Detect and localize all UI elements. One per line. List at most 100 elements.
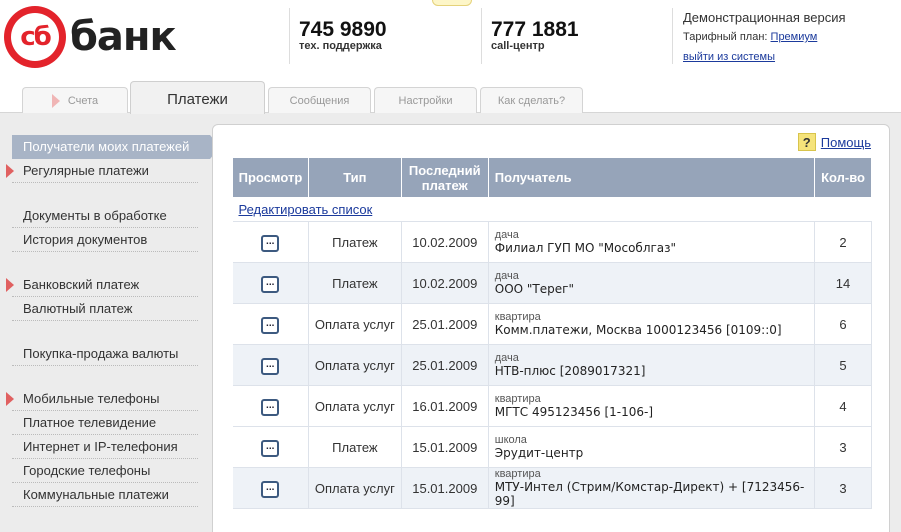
main-panel: ? Помощь Просмотр Тип Последний платеж П…	[212, 124, 890, 532]
edit-list-link[interactable]: Редактировать список	[239, 202, 373, 217]
tariff-plan-label: Тарифный план:	[683, 31, 768, 43]
support-phone-number: 745 9890	[299, 18, 387, 41]
sidebar-item-label: Валютный платеж	[23, 301, 133, 316]
view-details-button[interactable]: ...	[261, 235, 280, 252]
table-row[interactable]: ... Оплата услуг 25.01.2009 квартира Комм…	[232, 303, 872, 345]
sidebar-item-landline[interactable]: Городские телефоны	[12, 459, 198, 483]
account-info: Демонстрационная версия Тарифный план: П…	[683, 10, 846, 63]
date-cell: 15.01.2009	[401, 426, 489, 468]
sidebar-item-regular-payments[interactable]: Регулярные платежи	[6, 159, 198, 183]
recipient-cell: школа Эрудит-центр	[488, 426, 816, 468]
sidebar-item-my-recipients[interactable]: Получатели моих платежей	[12, 135, 220, 159]
sidebar-item-label: Документы в обработке	[23, 208, 167, 223]
recipients-table: Просмотр Тип Последний платеж Получатель…	[232, 157, 872, 509]
table-row[interactable]: ... Платеж 15.01.2009 школа Эрудит-центр …	[232, 426, 872, 468]
recipient-cell: дача ООО "Терег"	[488, 262, 816, 304]
recipient-cell: квартира МТУ-Интел (Стрим/Комстар-Директ)…	[488, 467, 816, 509]
sidebar-item-label: Получатели моих платежей	[23, 139, 190, 154]
sidebar-item-label: Регулярные платежи	[23, 163, 149, 178]
sidebar-item-currency-exchange[interactable]: Покупка-продажа валюты	[12, 342, 198, 366]
edit-list-cell: Редактировать список	[232, 197, 872, 222]
view-details-button[interactable]: ...	[261, 481, 280, 498]
date-cell: 25.01.2009	[401, 303, 489, 345]
type-cell: Оплата услуг	[308, 385, 402, 427]
tab-how-to[interactable]: Как сделать?	[480, 87, 583, 113]
type-cell: Оплата услуг	[308, 303, 402, 345]
sidebar: Получатели моих платежей Регулярные плат…	[6, 135, 220, 507]
sidebar-item-internet[interactable]: Интернет и IP-телефония	[12, 435, 198, 459]
type-cell: Оплата услуг	[308, 467, 402, 509]
tab-messages[interactable]: Сообщения	[268, 87, 371, 113]
help-block[interactable]: ? Помощь	[797, 133, 871, 151]
tariff-plan-link[interactable]: Премиум	[771, 31, 818, 43]
count-cell: 14	[814, 262, 872, 304]
table-row[interactable]: ... Оплата услуг 25.01.2009 дача НТВ-плюс…	[232, 344, 872, 386]
recipient-cell: квартира МГТС 495123456 [1-106-]	[488, 385, 816, 427]
tab-payments[interactable]: Платежи	[130, 81, 265, 114]
tab-arrow-icon	[51, 94, 60, 109]
top-pull-tab[interactable]	[432, 0, 472, 6]
table-row[interactable]: ... Оплата услуг 16.01.2009 квартира МГТС…	[232, 385, 872, 427]
view-details-button[interactable]: ...	[261, 276, 280, 293]
count-cell: 5	[814, 344, 872, 386]
header-divider	[289, 8, 290, 64]
table-row[interactable]: ... Платеж 10.02.2009 дача ООО "Терег" 14	[232, 262, 872, 304]
recipient-category: дача	[494, 270, 519, 282]
arrow-marker-icon	[6, 164, 14, 178]
sidebar-item-label: Банковский платеж	[23, 277, 140, 292]
callcenter-phone-number: 777 1881	[491, 18, 579, 41]
recipient-category: школа	[494, 434, 527, 446]
tab-label: Сообщения	[289, 95, 350, 107]
view-cell: ...	[232, 344, 309, 386]
sidebar-item-docs-history[interactable]: История документов	[12, 228, 198, 252]
sidebar-item-currency-payment[interactable]: Валютный платеж	[12, 297, 198, 321]
tab-settings[interactable]: Настройки	[374, 87, 477, 113]
view-details-button[interactable]: ...	[261, 399, 280, 416]
arrow-marker-icon	[6, 392, 14, 406]
recipient-category: квартира	[494, 311, 541, 323]
sidebar-item-bank-payment[interactable]: Банковский платеж	[6, 273, 198, 297]
logo-word: банк	[70, 14, 177, 60]
recipient-name: НТВ-плюс [2089017321]	[494, 364, 646, 378]
help-link[interactable]: Помощь	[821, 135, 871, 150]
tab-label: Платежи	[167, 91, 228, 108]
recipient-category: дача	[494, 352, 519, 364]
table-row[interactable]: ... Оплата услуг 15.01.2009 квартира МТУ-…	[232, 467, 872, 509]
edit-list-row: Редактировать список	[232, 197, 872, 222]
help-icon: ?	[797, 133, 816, 151]
view-cell: ...	[232, 467, 309, 509]
sidebar-item-label: Интернет и IP-телефония	[23, 439, 178, 454]
sidebar-item-label: Городские телефоны	[23, 463, 151, 478]
count-cell: 3	[814, 426, 872, 468]
sidebar-item-pay-tv[interactable]: Платное телевидение	[12, 411, 198, 435]
sidebar-item-utilities[interactable]: Коммунальные платежи	[12, 483, 198, 507]
sidebar-item-docs-processing[interactable]: Документы в обработке	[12, 204, 198, 228]
column-header-last-payment[interactable]: Последний платеж	[400, 157, 489, 198]
table-row[interactable]: ... Платеж 10.02.2009 дача Филиал ГУП МО …	[232, 221, 872, 263]
arrow-marker-icon	[6, 278, 14, 292]
column-header-type[interactable]: Тип	[307, 157, 402, 198]
recipient-cell: квартира Комм.платежи, Москва 1000123456 …	[488, 303, 816, 345]
column-header-count[interactable]: Кол-во	[814, 157, 872, 198]
bank-logo[interactable]: сб банк	[4, 6, 177, 68]
date-cell: 25.01.2009	[401, 344, 489, 386]
recipient-name: МГТС 495123456 [1-106-]	[494, 405, 654, 419]
header-divider	[481, 8, 482, 64]
logo-mark-icon: сб	[4, 6, 66, 68]
view-details-button[interactable]: ...	[261, 358, 280, 375]
date-cell: 16.01.2009	[401, 385, 489, 427]
support-phone-label: тех. поддержка	[299, 40, 382, 52]
type-cell: Оплата услуг	[308, 344, 402, 386]
column-header-recipient[interactable]: Получатель	[487, 157, 816, 198]
tab-label: Настройки	[398, 95, 453, 107]
view-cell: ...	[232, 426, 309, 468]
view-details-button[interactable]: ...	[261, 317, 280, 334]
recipient-name: Филиал ГУП МО "Мособлгаз"	[494, 241, 677, 255]
column-header-view[interactable]: Просмотр	[232, 157, 309, 198]
callcenter-phone: 777 1881 call-центр	[491, 18, 579, 52]
sidebar-item-mobile[interactable]: Мобильные телефоны	[6, 387, 198, 411]
logout-link[interactable]: выйти из системы	[683, 51, 846, 63]
header-divider	[672, 8, 673, 64]
view-details-button[interactable]: ...	[261, 440, 280, 457]
tab-accounts[interactable]: Счета	[22, 87, 128, 113]
